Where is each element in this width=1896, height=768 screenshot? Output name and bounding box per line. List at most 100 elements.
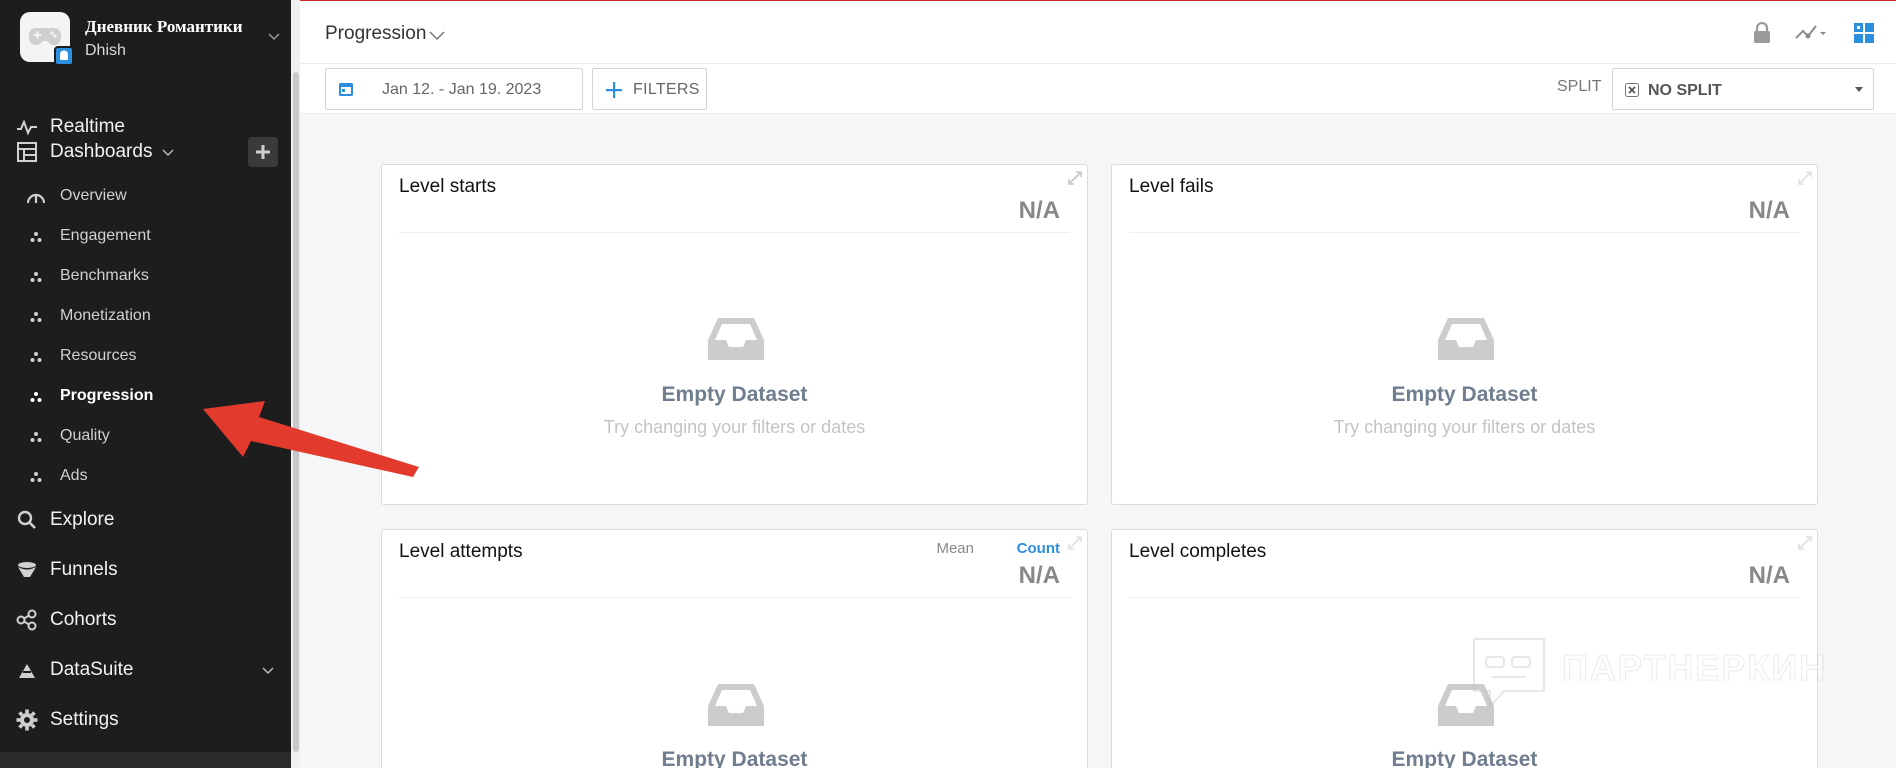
chevron-down-icon[interactable] [260,662,276,678]
chevron-down-icon[interactable] [266,28,282,44]
cluster-dots-icon [30,352,42,362]
empty-dataset-hint: Try changing your filters or dates [1333,417,1596,437]
sidebar-item-label: Engagement [60,227,151,244]
nav-settings[interactable]: Settings [0,700,291,740]
card-level-fails: Level fails N/A Empty Dataset Try changi… [1111,164,1818,505]
annotation-arrow [203,401,419,477]
filters-button[interactable]: FILTERS [592,68,707,110]
card-title: Level starts [399,176,497,197]
sidebar-item-label: Benchmarks [60,267,149,284]
watermark: ПАРТНЕРКИН [1470,635,1850,715]
android-icon [54,46,74,66]
empty-dataset-title: Empty Dataset [1391,383,1538,406]
gear-icon [15,708,39,732]
empty-dataset-title: Empty Dataset [1391,748,1538,768]
game-selector[interactable]: Дневник Романтики Dhish [0,0,291,80]
split-select[interactable]: NO SPLIT [1612,68,1874,110]
sidebar-item-label: Progression [60,387,154,404]
sidebar-item-label: Overview [60,187,127,204]
card-divider [399,597,1070,598]
inbox-tray-icon [708,684,764,726]
top-header: Progression [300,0,1896,64]
annotation-chart-icon[interactable] [1794,21,1828,45]
split-label: SPLIT [1557,78,1602,95]
card-value: N/A [1018,562,1060,589]
empty-dataset-hint: Try changing your filters or dates [603,417,866,437]
card-title: Level fails [1129,176,1214,197]
page-title[interactable]: Progression [325,23,426,45]
cluster-dots-icon [30,272,42,282]
game-icon [20,12,74,66]
card-value: N/A [1748,562,1790,589]
expand-icon[interactable] [1798,171,1812,185]
cluster-dots-icon [30,432,42,442]
expand-icon[interactable] [1068,171,1082,185]
layout-grid-icon[interactable] [1852,21,1876,45]
cluster-dots-icon [30,392,42,402]
watermark-text: ПАРТНЕРКИН [1561,647,1828,689]
share-nodes-icon [15,608,39,632]
empty-dataset-title: Empty Dataset [661,383,808,406]
toggle-count[interactable]: Count [1017,540,1060,557]
nav-dashboards-label: Dashboards [50,141,153,162]
funnel-icon [15,558,39,582]
inbox-tray-icon [708,318,764,360]
chevron-down-icon[interactable] [427,25,447,45]
toggle-mean[interactable]: Mean [936,540,974,557]
search-icon [15,508,39,532]
card-value: N/A [1748,197,1790,224]
nav-funnels-label: Funnels [50,559,118,580]
cluster-dots-icon [30,312,42,322]
sidebar-item-label: Ads [60,467,88,484]
nav-datasuite[interactable]: DataSuite [0,650,291,690]
nav-datasuite-label: DataSuite [50,659,134,680]
sidebar-item-label: Resources [60,347,137,364]
caret-down-icon [1855,87,1863,92]
filters-label: FILTERS [633,81,700,98]
date-range-text: Jan 12. - Jan 19. 2023 [382,81,542,98]
empty-dataset-title: Empty Dataset [661,748,808,768]
card-value: N/A [1018,197,1060,224]
sidebar-item-label: Monetization [60,307,151,324]
nav-cohorts[interactable]: Cohorts [0,600,291,640]
gauge-icon [26,193,46,204]
card-divider [1129,597,1800,598]
add-dashboard-button[interactable] [248,137,278,167]
card-divider [399,232,1070,233]
plus-icon [256,145,270,159]
filter-bar: Jan 12. - Jan 19. 2023 FILTERS SPLIT NO … [300,64,1896,114]
watermark-logo-icon [1473,638,1545,710]
chevron-down-icon[interactable] [160,144,176,160]
split-value: NO SPLIT [1648,82,1722,99]
nav-explore[interactable]: Explore [0,500,291,540]
card-divider [1129,232,1800,233]
date-range-picker[interactable]: Jan 12. - Jan 19. 2023 [325,68,583,110]
lock-icon[interactable] [1750,21,1774,45]
nav-funnels[interactable]: Funnels [0,550,291,590]
sidebar-scrollbar[interactable] [291,0,300,768]
card-level-starts: Level starts N/A Empty Dataset Try chang… [381,164,1088,505]
sidebar-item-overview[interactable]: Overview [0,179,291,213]
sidebar-item-label: Quality [60,427,110,444]
card-level-attempts: Level attempts Mean Count N/A Empty Data… [381,529,1088,768]
expand-icon[interactable] [1068,536,1082,550]
close-box-icon [1625,83,1639,97]
sidebar-item-engagement[interactable]: Engagement [0,219,291,253]
expand-icon[interactable] [1798,536,1812,550]
sidebar-item-benchmarks[interactable]: Benchmarks [0,259,291,293]
sidebar-footer [0,752,291,768]
card-title: Level completes [1129,541,1267,562]
cluster-dots-icon [30,232,42,242]
plus-icon [606,82,622,98]
sidebar-item-monetization[interactable]: Monetization [0,299,291,333]
datasuite-icon [15,658,39,682]
nav-explore-label: Explore [50,509,115,530]
inbox-tray-icon [1438,318,1494,360]
game-title: Дневник Романтики [85,17,243,36]
nav-settings-label: Settings [50,709,119,730]
card-title: Level attempts [399,541,523,562]
cluster-dots-icon [30,472,42,482]
sidebar-item-resources[interactable]: Resources [0,339,291,373]
nav-cohorts-label: Cohorts [50,609,117,630]
sidebar: Дневник Романтики Dhish Realtime Dashboa… [0,0,300,768]
